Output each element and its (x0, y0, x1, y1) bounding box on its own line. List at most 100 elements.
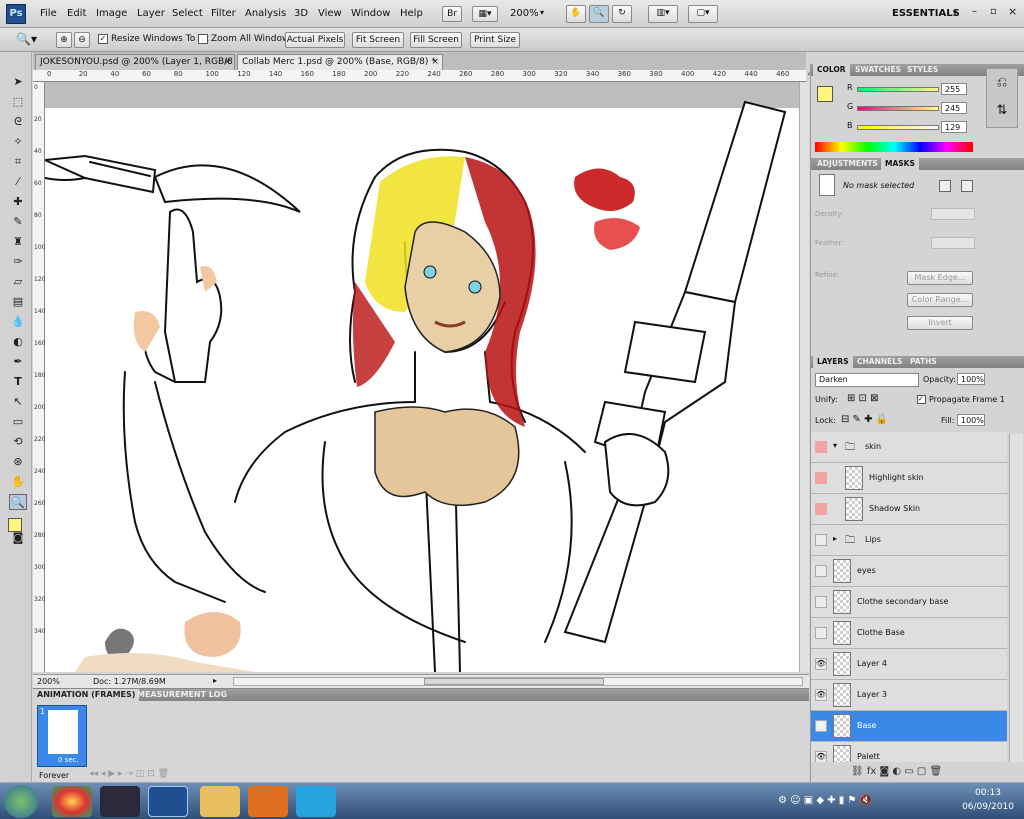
unify-icons[interactable]: ⊞ ⊡ ⊠ (847, 393, 879, 404)
minimize-button[interactable]: – (972, 6, 977, 17)
opacity-field[interactable]: 100% (957, 373, 985, 385)
pen-tool-icon[interactable]: ✒ (9, 354, 27, 370)
lock-icons[interactable]: ⊟ ✎ ✚ 🔒 (841, 414, 888, 425)
density-field[interactable] (931, 208, 975, 220)
chevron-down-icon[interactable]: ▾ (540, 8, 544, 17)
visibility-eye-icon[interactable]: 👁 (815, 658, 827, 670)
blend-mode-select[interactable]: Darken (815, 373, 919, 387)
hand-icon[interactable]: ✋ (566, 5, 586, 23)
tab-adjustments[interactable]: ADJUSTMENTS (813, 158, 882, 170)
healing-brush-icon[interactable]: ✚ (9, 194, 27, 210)
layer-footer-icons[interactable]: ⛓ fx ◙ ◐ ▭ ▢ 🗑 (851, 766, 942, 777)
g-value[interactable]: 245 (941, 102, 967, 114)
skype-icon[interactable] (296, 786, 336, 817)
tab-styles[interactable]: STYLES (903, 64, 942, 76)
dodge-tool-icon[interactable]: ◐ (9, 334, 27, 350)
tab-swatches[interactable]: SWATCHES (851, 64, 905, 76)
photoshop-taskbar-icon[interactable] (148, 786, 188, 817)
media-player-icon[interactable] (248, 786, 288, 817)
eyedropper-icon[interactable]: ⁄ (9, 174, 27, 190)
tab-animation[interactable]: ANIMATION (FRAMES) (33, 689, 140, 701)
magic-wand-icon[interactable]: ✧ (9, 134, 27, 150)
visibility-eye-icon[interactable]: 👁 (815, 720, 827, 732)
usb-icon[interactable]: ⎌ ⇅ (986, 68, 1018, 128)
layer-row[interactable]: 👁 Layer 4 (811, 649, 1007, 680)
type-tool-icon[interactable]: T (9, 374, 27, 390)
history-brush-icon[interactable]: ✑ (9, 254, 27, 270)
zoom-all-checkbox[interactable] (198, 34, 208, 44)
loop-select[interactable]: Forever (39, 771, 69, 780)
frame-delay[interactable]: 0 sec. (58, 756, 79, 764)
layers-scrollbar[interactable] (1009, 434, 1023, 762)
menu-select[interactable]: Select (172, 8, 203, 19)
propagate-checkbox[interactable]: ✓ (917, 395, 926, 404)
color-range-button[interactable]: Color Range... (907, 293, 973, 307)
steam-icon[interactable] (100, 786, 140, 817)
clock-time[interactable]: 00:13 (958, 788, 1018, 798)
layer-row[interactable]: 👁 Base (811, 711, 1007, 742)
restore-button[interactable]: ▫ (990, 6, 997, 17)
menu-layer[interactable]: Layer (137, 8, 165, 19)
color-spectrum[interactable] (815, 142, 973, 152)
vector-mask-icon[interactable] (961, 180, 973, 192)
lasso-tool-icon[interactable]: ᘓ (9, 114, 27, 130)
foreground-color-swatch[interactable] (817, 86, 833, 102)
zoom-out-icon[interactable]: ⊖ (74, 32, 90, 48)
tab-layers[interactable]: LAYERS (813, 356, 853, 368)
bridge-button[interactable]: Br (442, 6, 462, 22)
actual-pixels-button[interactable]: Actual Pixels (285, 32, 345, 48)
playback-controls[interactable]: ◂◂ ◂ ▶ ▸ ⇢ ◫ ⊡ 🗑 (89, 769, 169, 779)
move-tool-icon[interactable]: ➤ (9, 74, 27, 90)
horizontal-scrollbar[interactable] (233, 677, 803, 686)
chevron-down-icon[interactable]: ▾ (953, 8, 957, 17)
path-select-icon[interactable]: ↖ (9, 394, 27, 410)
menu-help[interactable]: Help (400, 8, 423, 19)
visibility-eye-icon[interactable] (815, 565, 827, 577)
menu-view[interactable]: View (318, 8, 342, 19)
close-icon[interactable]: × (223, 55, 231, 70)
layer-row[interactable]: Shadow Skin (811, 494, 1007, 525)
layer-row[interactable]: 👁 Layer 3 (811, 680, 1007, 711)
3d-orbit-icon[interactable]: ⊛ (9, 454, 27, 470)
brush-tool-icon[interactable]: ✎ (9, 214, 27, 230)
invert-button[interactable]: Invert (907, 316, 973, 330)
tab-measurement-log[interactable]: MEASUREMENT LOG (133, 689, 231, 701)
tab-collab-merc[interactable]: Collab Merc 1.psd @ 200% (Base, RGB/8) *… (237, 54, 443, 70)
g-slider[interactable] (857, 106, 939, 111)
view-extras-button[interactable]: ▦▾ (472, 6, 498, 22)
menu-analysis[interactable]: Analysis (245, 8, 286, 19)
tab-channels[interactable]: CHANNELS (853, 356, 906, 368)
visibility-eye-icon[interactable] (815, 441, 827, 453)
layer-row[interactable]: Highlight skin (811, 463, 1007, 494)
layer-row[interactable]: eyes (811, 556, 1007, 587)
tab-jokesonyou[interactable]: JOKESONYOU.psd @ 200% (Layer 1, RGB/8) × (35, 54, 235, 70)
fit-screen-button[interactable]: Fit Screen (352, 32, 404, 48)
feather-field[interactable] (931, 237, 975, 249)
b-slider[interactable] (857, 125, 939, 130)
hand-tool-icon[interactable]: ✋ (9, 474, 27, 490)
print-size-button[interactable]: Print Size (470, 32, 520, 48)
blur-tool-icon[interactable]: 💧 (9, 314, 27, 330)
zoom-tool-icon[interactable]: 🔍▾ (16, 32, 37, 46)
status-zoom[interactable]: 200% (37, 677, 60, 686)
gradient-icon[interactable]: ▤ (9, 294, 27, 310)
visibility-eye-icon[interactable] (815, 472, 827, 484)
menu-3d[interactable]: 3D (294, 8, 308, 19)
vertical-scrollbar[interactable] (799, 82, 809, 672)
tray-icons[interactable]: ⚙ ☺ ▣ ◆ ✚ ▮ ⚑ 🔇 (778, 795, 872, 806)
b-value[interactable]: 129 (941, 121, 967, 133)
menu-filter[interactable]: Filter (211, 8, 236, 19)
visibility-eye-icon[interactable] (815, 503, 827, 515)
clock-date[interactable]: 06/09/2010 (958, 802, 1018, 812)
explorer-icon[interactable] (200, 786, 240, 817)
zoom-level[interactable]: 200% (510, 8, 539, 19)
tab-paths[interactable]: PATHS (906, 356, 941, 368)
visibility-eye-icon[interactable] (815, 627, 827, 639)
start-button[interactable] (4, 785, 38, 818)
zoom-tool-icon[interactable]: 🔍 (9, 494, 27, 510)
layer-row[interactable]: Clothe secondary base (811, 587, 1007, 618)
quick-mask-icon[interactable]: ◙ (9, 530, 27, 546)
clone-stamp-icon[interactable]: ♜ (9, 234, 27, 250)
visibility-eye-icon[interactable]: 👁 (815, 751, 827, 762)
arrange-documents-button[interactable]: ▥▾ (648, 5, 678, 23)
